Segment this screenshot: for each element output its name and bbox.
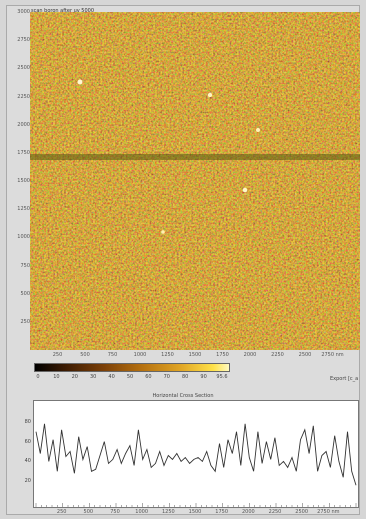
image-y-tick: 1000 [17, 234, 30, 241]
image-x-tick: 750 [107, 352, 118, 358]
image-y-tick: 2750 [17, 37, 30, 44]
cross-section-plot [35, 423, 357, 507]
image-y-tick: 2000 [17, 121, 30, 128]
afm-image-canvas [30, 12, 360, 350]
image-x-tick: 500 [80, 352, 90, 358]
profile-y-tick: 80 [24, 418, 31, 425]
afm-height-image[interactable] [30, 12, 360, 350]
colorbar-tick: 20 [71, 374, 78, 380]
image-x-tick: 250 [52, 352, 63, 358]
profile-x-tick: 1000 [135, 509, 149, 515]
profile-x-tick: 1500 [188, 509, 202, 515]
image-y-tick: 1250 [17, 206, 30, 213]
image-y-tick: 750 [20, 262, 30, 269]
colorbar-tick: 90 [200, 374, 207, 380]
colorbar-tick: 80 [182, 374, 189, 380]
colorbar-tick: 40 [108, 374, 115, 380]
particle-spot [207, 92, 213, 98]
image-x-tick: 1250 [161, 352, 174, 358]
image-x-tick: 1000 [133, 352, 147, 358]
afm-texture [30, 12, 360, 350]
profile-x-tick: 2250 [268, 509, 282, 515]
profile-x-tick: 1750 [215, 509, 229, 515]
profile-x-tick: 500 [83, 509, 94, 515]
profile-x-tick: 2750 nm [317, 509, 340, 515]
colorbar-tick: 30 [90, 374, 97, 380]
image-x-axis: 250 500 750 1000 1250 1500 1750 2000 2250 2500 275… [30, 352, 360, 360]
scan-line-artifact [30, 154, 360, 160]
profile-y-tick: 20 [24, 478, 31, 485]
profile-x-tick: 1250 [161, 509, 175, 515]
particle-spot [161, 230, 165, 234]
particle-spot [77, 79, 83, 85]
image-x-tick: 2000 [243, 352, 257, 358]
colorbar-tick: 50 [126, 374, 134, 380]
image-x-tick: 2250 [271, 352, 284, 358]
image-y-tick: 2250 [17, 93, 30, 100]
particle-spot [256, 128, 260, 132]
cross-section-title: Horizontal Cross Section [152, 393, 214, 399]
image-y-axis: 3000 2750 2500 2250 2000 1750 1500 1250 1000 750 5… [8, 9, 30, 350]
image-x-tick: 2750 nm [321, 352, 344, 358]
cross-section-chart[interactable] [33, 400, 359, 508]
image-y-tick: 1750 [17, 149, 30, 156]
image-x-tick: 1500 [188, 352, 202, 358]
colorbar-tick: 70 [163, 374, 170, 380]
profile-y-tick: 60 [24, 438, 31, 445]
height-profile-line [35, 423, 357, 486]
colorbar-tick: 10 [53, 374, 60, 380]
export-label[interactable]: Export [c_a [330, 376, 358, 382]
image-y-tick: 250 [20, 318, 30, 325]
colorbar-tick: 95.6 [216, 374, 228, 380]
profile-x-axis: 250 500 750 1000 1250 1500 1750 2000 2250 2500 275… [33, 509, 359, 517]
profile-y-axis: 80 60 40 20 [12, 400, 32, 508]
height-colorbar [34, 363, 230, 372]
colorbar-tick: 60 [145, 374, 152, 380]
particle-spot [242, 187, 248, 193]
image-x-tick: 2500 [298, 352, 312, 358]
image-y-tick: 500 [20, 290, 30, 297]
image-y-tick: 3000 [17, 9, 30, 15]
image-y-tick: 1500 [17, 178, 30, 184]
image-y-tick: 2500 [17, 65, 30, 72]
colorbar-ticks: 0 10 20 30 40 50 60 70 80 90 95.6 [34, 374, 230, 382]
image-x-tick: 1750 [216, 352, 229, 358]
profile-y-tick: 40 [24, 458, 31, 465]
profile-x-tick: 250 [56, 509, 67, 515]
profile-x-tick: 2500 [295, 509, 309, 515]
profile-x-tick: 750 [110, 509, 120, 515]
profile-x-tick: 2000 [241, 509, 255, 515]
colorbar-tick: 0 [36, 374, 40, 380]
